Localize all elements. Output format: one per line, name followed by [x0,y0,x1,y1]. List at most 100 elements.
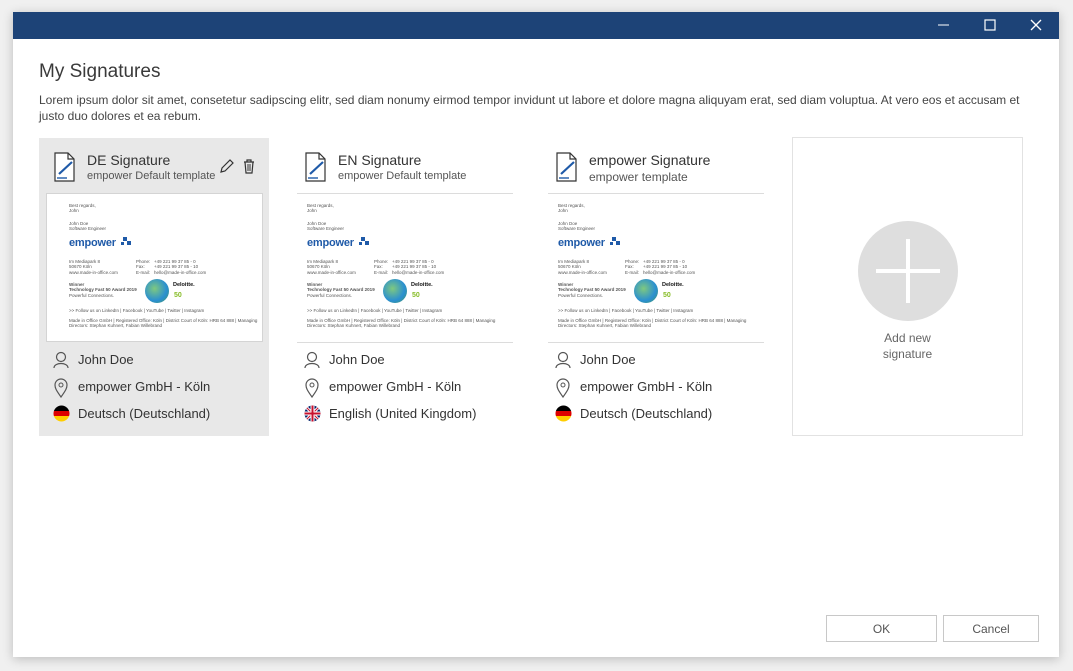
preview-first: John [69,208,79,213]
empower-logo-mark [359,237,369,245]
uk-flag-icon [304,405,321,422]
card-language-label: Deutsch (Deutschland) [78,406,211,421]
preview-fax-label: Fax: [374,264,383,269]
empower-logo: empower [69,237,116,249]
preview-follow: >> Follow us on LinkedIn | Facebook | Yo… [69,308,205,313]
card-title: DE Signature [87,152,171,168]
card-user-label: John Doe [78,352,134,367]
preview-mail: hello@made-in-office.com [154,270,207,275]
preview-award3: Powerful Connections. [69,293,115,298]
add-signature-card[interactable]: Add new signature [792,137,1023,436]
ok-button[interactable]: OK [826,615,937,642]
preview-first: John [307,208,317,213]
card-location-label: empower GmbH - Köln [580,379,713,394]
card-header: EN Signature empower Default template [304,152,514,192]
deloitte-logo: Deloitte. [411,282,433,288]
preview-mail-label: E-mail: [625,270,640,275]
fast50-logo: 50 [663,292,671,299]
card-subtitle: empower template [589,170,688,184]
signature-card-en[interactable]: EN Signature empower Default template Be… [290,138,520,436]
add-signature-label-line2: signature [882,347,933,361]
preview-follow: >> Follow us on LinkedIn | Facebook | Yo… [558,308,694,313]
location-pin-icon [556,378,570,398]
signature-card-empower[interactable]: empower Signature empower template Best … [541,138,771,436]
preview-address2: 50670 Köln [558,264,581,269]
cancel-button[interactable]: Cancel [943,615,1039,642]
close-icon [1030,19,1042,31]
card-location-label: empower GmbH - Köln [78,379,211,394]
preview-fax: +49 221 99 37 85 - 10 [643,264,688,269]
preview-legal2: Directors: Stephan Kuhnert, Fabian Wille… [69,323,163,328]
close-button[interactable] [1013,12,1059,39]
title-bar [13,12,1059,39]
maximize-button[interactable] [967,12,1013,39]
deloitte-logo: Deloitte. [662,282,684,288]
preview-first: John [558,208,568,213]
minimize-button[interactable] [921,12,967,39]
add-circle [858,221,958,321]
preview-role: Software Engineer [558,226,596,231]
preview-award2: Technology Fast 50 Award 2019 [69,287,137,292]
preview-legal2: Directors: Stephan Kuhnert, Fabian Wille… [307,323,401,328]
minimize-icon [938,24,949,26]
preview-mail: hello@made-in-office.com [392,270,445,275]
signature-document-icon [556,152,577,182]
preview-fax-label: Fax: [136,264,145,269]
card-title: EN Signature [338,152,422,168]
signature-preview: Best regards, John John Doe Software Eng… [548,193,764,343]
preview-fax: +49 221 99 37 85 - 10 [392,264,437,269]
award-globe-image [383,279,407,303]
location-pin-icon [54,378,68,398]
award-globe-image [634,279,658,303]
preview-award3: Powerful Connections. [307,293,353,298]
preview-legal2: Directors: Stephan Kuhnert, Fabian Wille… [558,323,652,328]
location-pin-icon [305,378,319,398]
user-icon [555,351,571,369]
de-flag-icon [53,405,70,422]
card-title: empower Signature [589,152,711,168]
preview-role: Software Engineer [69,226,107,231]
edit-icon[interactable] [219,158,235,174]
preview-site: www.made-in-office.com [69,270,118,275]
award-globe-image [145,279,169,303]
page-description: Lorem ipsum dolor sit amet, consetetur s… [39,93,1020,123]
signature-preview: Best regards, John John Doe Software Eng… [46,193,263,342]
card-user-label: John Doe [329,352,385,367]
deloitte-logo: Deloitte. [173,282,195,288]
add-signature-label: Add new signature [793,330,1022,362]
preview-fax-label: Fax: [625,264,634,269]
preview-site: www.made-in-office.com [558,270,607,275]
user-icon [53,351,69,369]
preview-award2: Technology Fast 50 Award 2019 [307,287,375,292]
card-header: DE Signature empower Default template [53,152,263,192]
card-user-label: John Doe [580,352,636,367]
signature-document-icon [305,152,326,182]
card-language-label: Deutsch (Deutschland) [580,406,713,421]
empower-logo: empower [307,237,354,249]
maximize-icon [984,19,996,31]
empower-logo-mark [610,237,620,245]
plus-icon [876,239,940,303]
preview-mail-label: E-mail: [374,270,389,275]
preview-fax: +49 221 99 37 85 - 10 [154,264,199,269]
user-icon [304,351,320,369]
page-title: My Signatures [39,61,161,82]
card-subtitle: empower Default template [87,170,216,182]
preview-award3: Powerful Connections. [558,293,604,298]
empower-logo: empower [558,237,605,249]
signature-card-de[interactable]: DE Signature empower Default template Be… [39,138,269,436]
preview-role: Software Engineer [307,226,345,231]
signature-document-icon [54,152,75,182]
delete-icon[interactable] [241,158,257,174]
dialog-window: My Signatures Lorem ipsum dolor sit amet… [13,12,1059,657]
card-subtitle: empower Default template [338,170,467,182]
card-header: empower Signature empower template [555,152,765,192]
de-flag-icon [555,405,572,422]
preview-mail-label: E-mail: [136,270,151,275]
fast50-logo: 50 [412,292,420,299]
empower-logo-mark [121,237,131,245]
preview-award2: Technology Fast 50 Award 2019 [558,287,626,292]
preview-follow: >> Follow us on LinkedIn | Facebook | Yo… [307,308,443,313]
preview-mail: hello@made-in-office.com [643,270,696,275]
fast50-logo: 50 [174,292,182,299]
